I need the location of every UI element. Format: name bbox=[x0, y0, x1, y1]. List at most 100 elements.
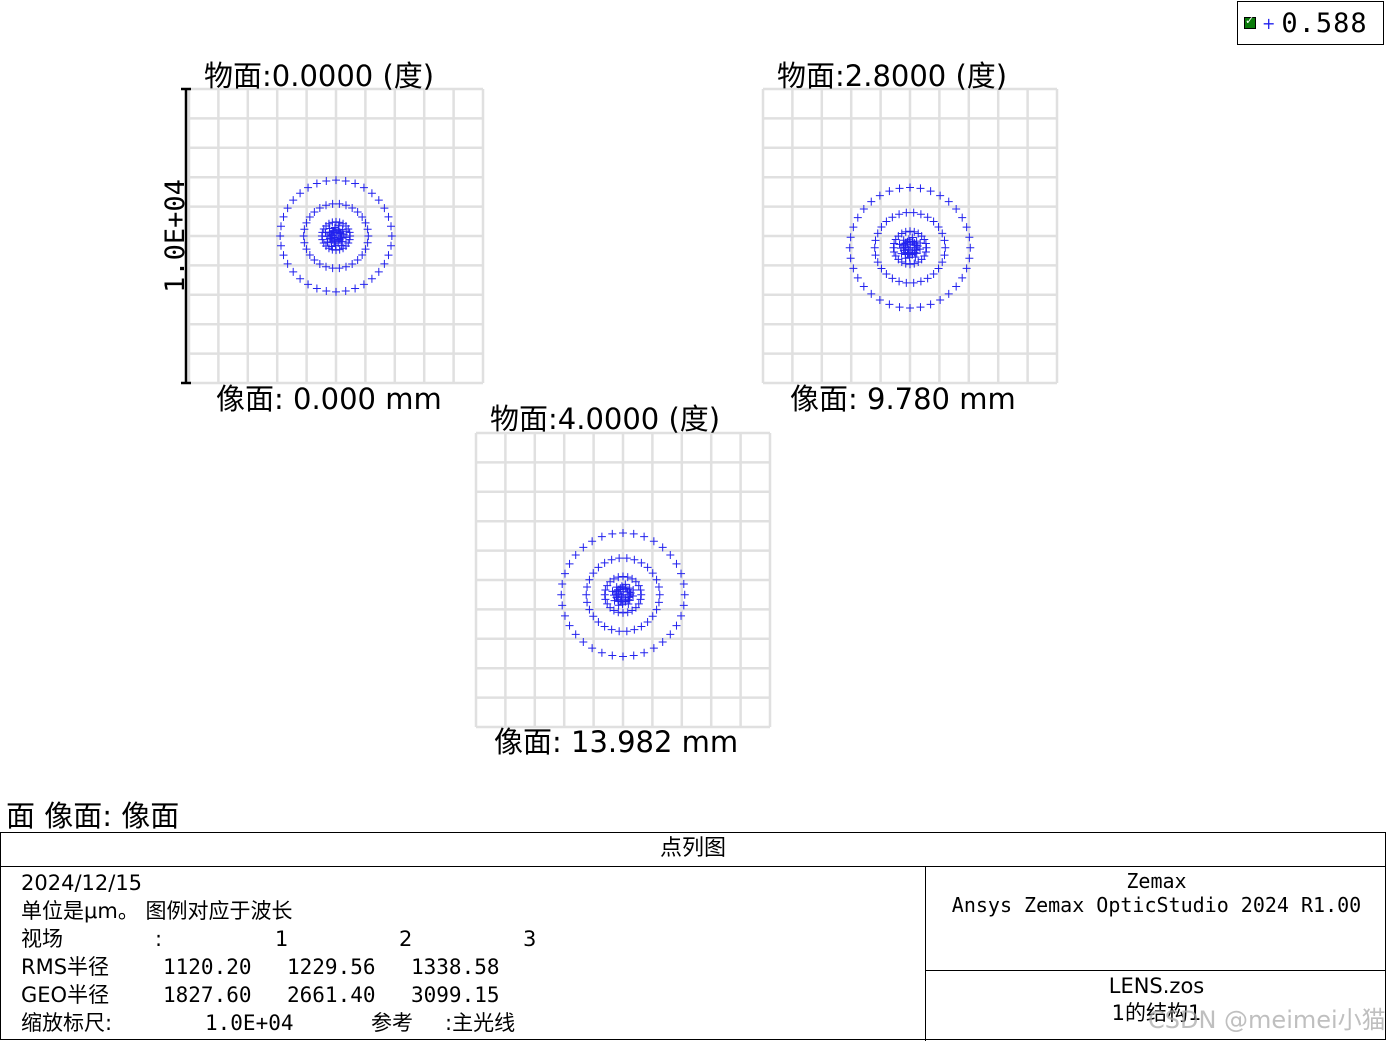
spot-point bbox=[353, 256, 362, 265]
spot-point bbox=[312, 179, 321, 188]
geo-3: 3099.15 bbox=[411, 983, 500, 1007]
spot-point bbox=[283, 204, 292, 213]
info-scale-row: 缩放标尺: 1.0E+04 参考:主光线 bbox=[21, 1009, 536, 1037]
spot-point bbox=[310, 207, 319, 216]
spot-point bbox=[583, 598, 592, 607]
spot-point bbox=[571, 551, 580, 560]
rms-1: 1120.20 bbox=[163, 955, 252, 979]
spot-point bbox=[845, 243, 854, 252]
surface-line: 面 像面: 像面 bbox=[6, 799, 180, 833]
spot-point bbox=[594, 563, 603, 572]
spot-point bbox=[889, 243, 898, 252]
spot-point bbox=[588, 537, 597, 546]
spot-point bbox=[875, 191, 884, 200]
field-label-1: 物面:0.0000 (度) bbox=[204, 59, 434, 93]
spot-point bbox=[629, 651, 638, 660]
spot-point bbox=[654, 598, 663, 607]
scale-label: 缩放标尺: bbox=[21, 1011, 113, 1035]
spot-point bbox=[600, 558, 609, 567]
spot-point bbox=[655, 590, 664, 599]
spot-point bbox=[560, 569, 569, 578]
spot-point bbox=[565, 621, 574, 630]
spot-point bbox=[353, 207, 362, 216]
spot-point bbox=[929, 269, 938, 278]
wavelength-legend[interactable]: + 0.588 bbox=[1237, 1, 1384, 45]
spot-point bbox=[607, 625, 616, 634]
spot-point bbox=[597, 532, 606, 541]
info-field-row: 视场: 1 2 3 bbox=[21, 925, 536, 953]
spot-point bbox=[637, 590, 646, 599]
spot-point bbox=[895, 303, 904, 312]
spot-point bbox=[630, 625, 639, 634]
spot-point bbox=[582, 590, 591, 599]
spot-point bbox=[853, 273, 862, 282]
spot-point bbox=[922, 243, 931, 252]
spot-point bbox=[351, 284, 360, 293]
spot-point bbox=[677, 611, 686, 620]
spot-point bbox=[583, 583, 592, 592]
spot-point bbox=[965, 254, 974, 263]
spot-point bbox=[361, 218, 370, 227]
info-title: 点列图 bbox=[1, 833, 1385, 867]
spot-point bbox=[630, 555, 639, 564]
spot-point bbox=[870, 243, 879, 252]
spot-point bbox=[871, 251, 880, 260]
spot-point bbox=[654, 583, 663, 592]
spot-point bbox=[966, 243, 975, 252]
spot-point bbox=[384, 251, 393, 260]
spot-point bbox=[936, 191, 945, 200]
spot-point bbox=[910, 227, 919, 236]
spot-point bbox=[643, 563, 652, 572]
spot-point bbox=[636, 585, 645, 594]
spot-point bbox=[289, 267, 298, 276]
vendor-name: Zemax bbox=[1126, 869, 1187, 893]
spot-point bbox=[906, 183, 914, 192]
spot-point bbox=[289, 196, 298, 205]
field-label-2: 物面:2.8000 (度) bbox=[777, 59, 1007, 93]
spot-panel-3: 物面:4.0000 (度) 像面: 13.982 mm bbox=[474, 402, 772, 759]
spot-point bbox=[916, 184, 925, 193]
spot-point bbox=[359, 280, 368, 289]
spot-panel-2: 物面:2.8000 (度) 像面: 9.780 mm bbox=[761, 59, 1059, 416]
info-units: 单位是μm。 图例对应于波长 bbox=[21, 899, 293, 923]
spot-point bbox=[944, 197, 953, 206]
spot-point bbox=[640, 648, 649, 657]
field-3: 3 bbox=[523, 927, 537, 951]
spot-point bbox=[649, 537, 658, 546]
spot-point bbox=[619, 528, 627, 537]
geo-2: 2661.40 bbox=[287, 983, 376, 1007]
spot-point bbox=[304, 183, 313, 192]
spot-point bbox=[926, 187, 935, 196]
spot-point bbox=[600, 590, 609, 599]
spot-point bbox=[640, 532, 649, 541]
spot-point bbox=[867, 289, 876, 298]
spot-point bbox=[666, 551, 675, 560]
spot-point bbox=[304, 280, 313, 289]
spot-point bbox=[283, 259, 292, 268]
spot-point bbox=[279, 212, 288, 221]
spot-point bbox=[649, 644, 658, 653]
spot-point bbox=[958, 273, 967, 282]
field-1: 1 bbox=[275, 927, 289, 951]
spot-point bbox=[871, 236, 880, 245]
spot-point bbox=[296, 189, 305, 198]
spot-point bbox=[648, 569, 657, 578]
spot-point bbox=[936, 295, 945, 304]
spot-point bbox=[652, 605, 661, 614]
legend-checkbox-icon[interactable] bbox=[1244, 14, 1256, 29]
spot-point bbox=[351, 179, 360, 188]
spot-point bbox=[310, 256, 319, 265]
spot-point bbox=[906, 260, 914, 269]
spot-point bbox=[359, 183, 368, 192]
spot-point bbox=[882, 217, 891, 226]
info-date: 2024/12/15 bbox=[21, 871, 143, 895]
spot-point bbox=[677, 569, 686, 578]
spot-point bbox=[952, 282, 961, 291]
field-label-3: 物面:4.0000 (度) bbox=[490, 402, 720, 436]
info-vendor-block: Zemax Ansys Zemax OpticStudio 2024 R1.00 bbox=[926, 867, 1386, 971]
spot-point bbox=[302, 245, 311, 254]
legend-wavelength-value: 0.588 bbox=[1281, 7, 1368, 39]
spot-point bbox=[926, 300, 935, 309]
spot-point bbox=[296, 274, 305, 283]
spot-point bbox=[608, 529, 617, 538]
